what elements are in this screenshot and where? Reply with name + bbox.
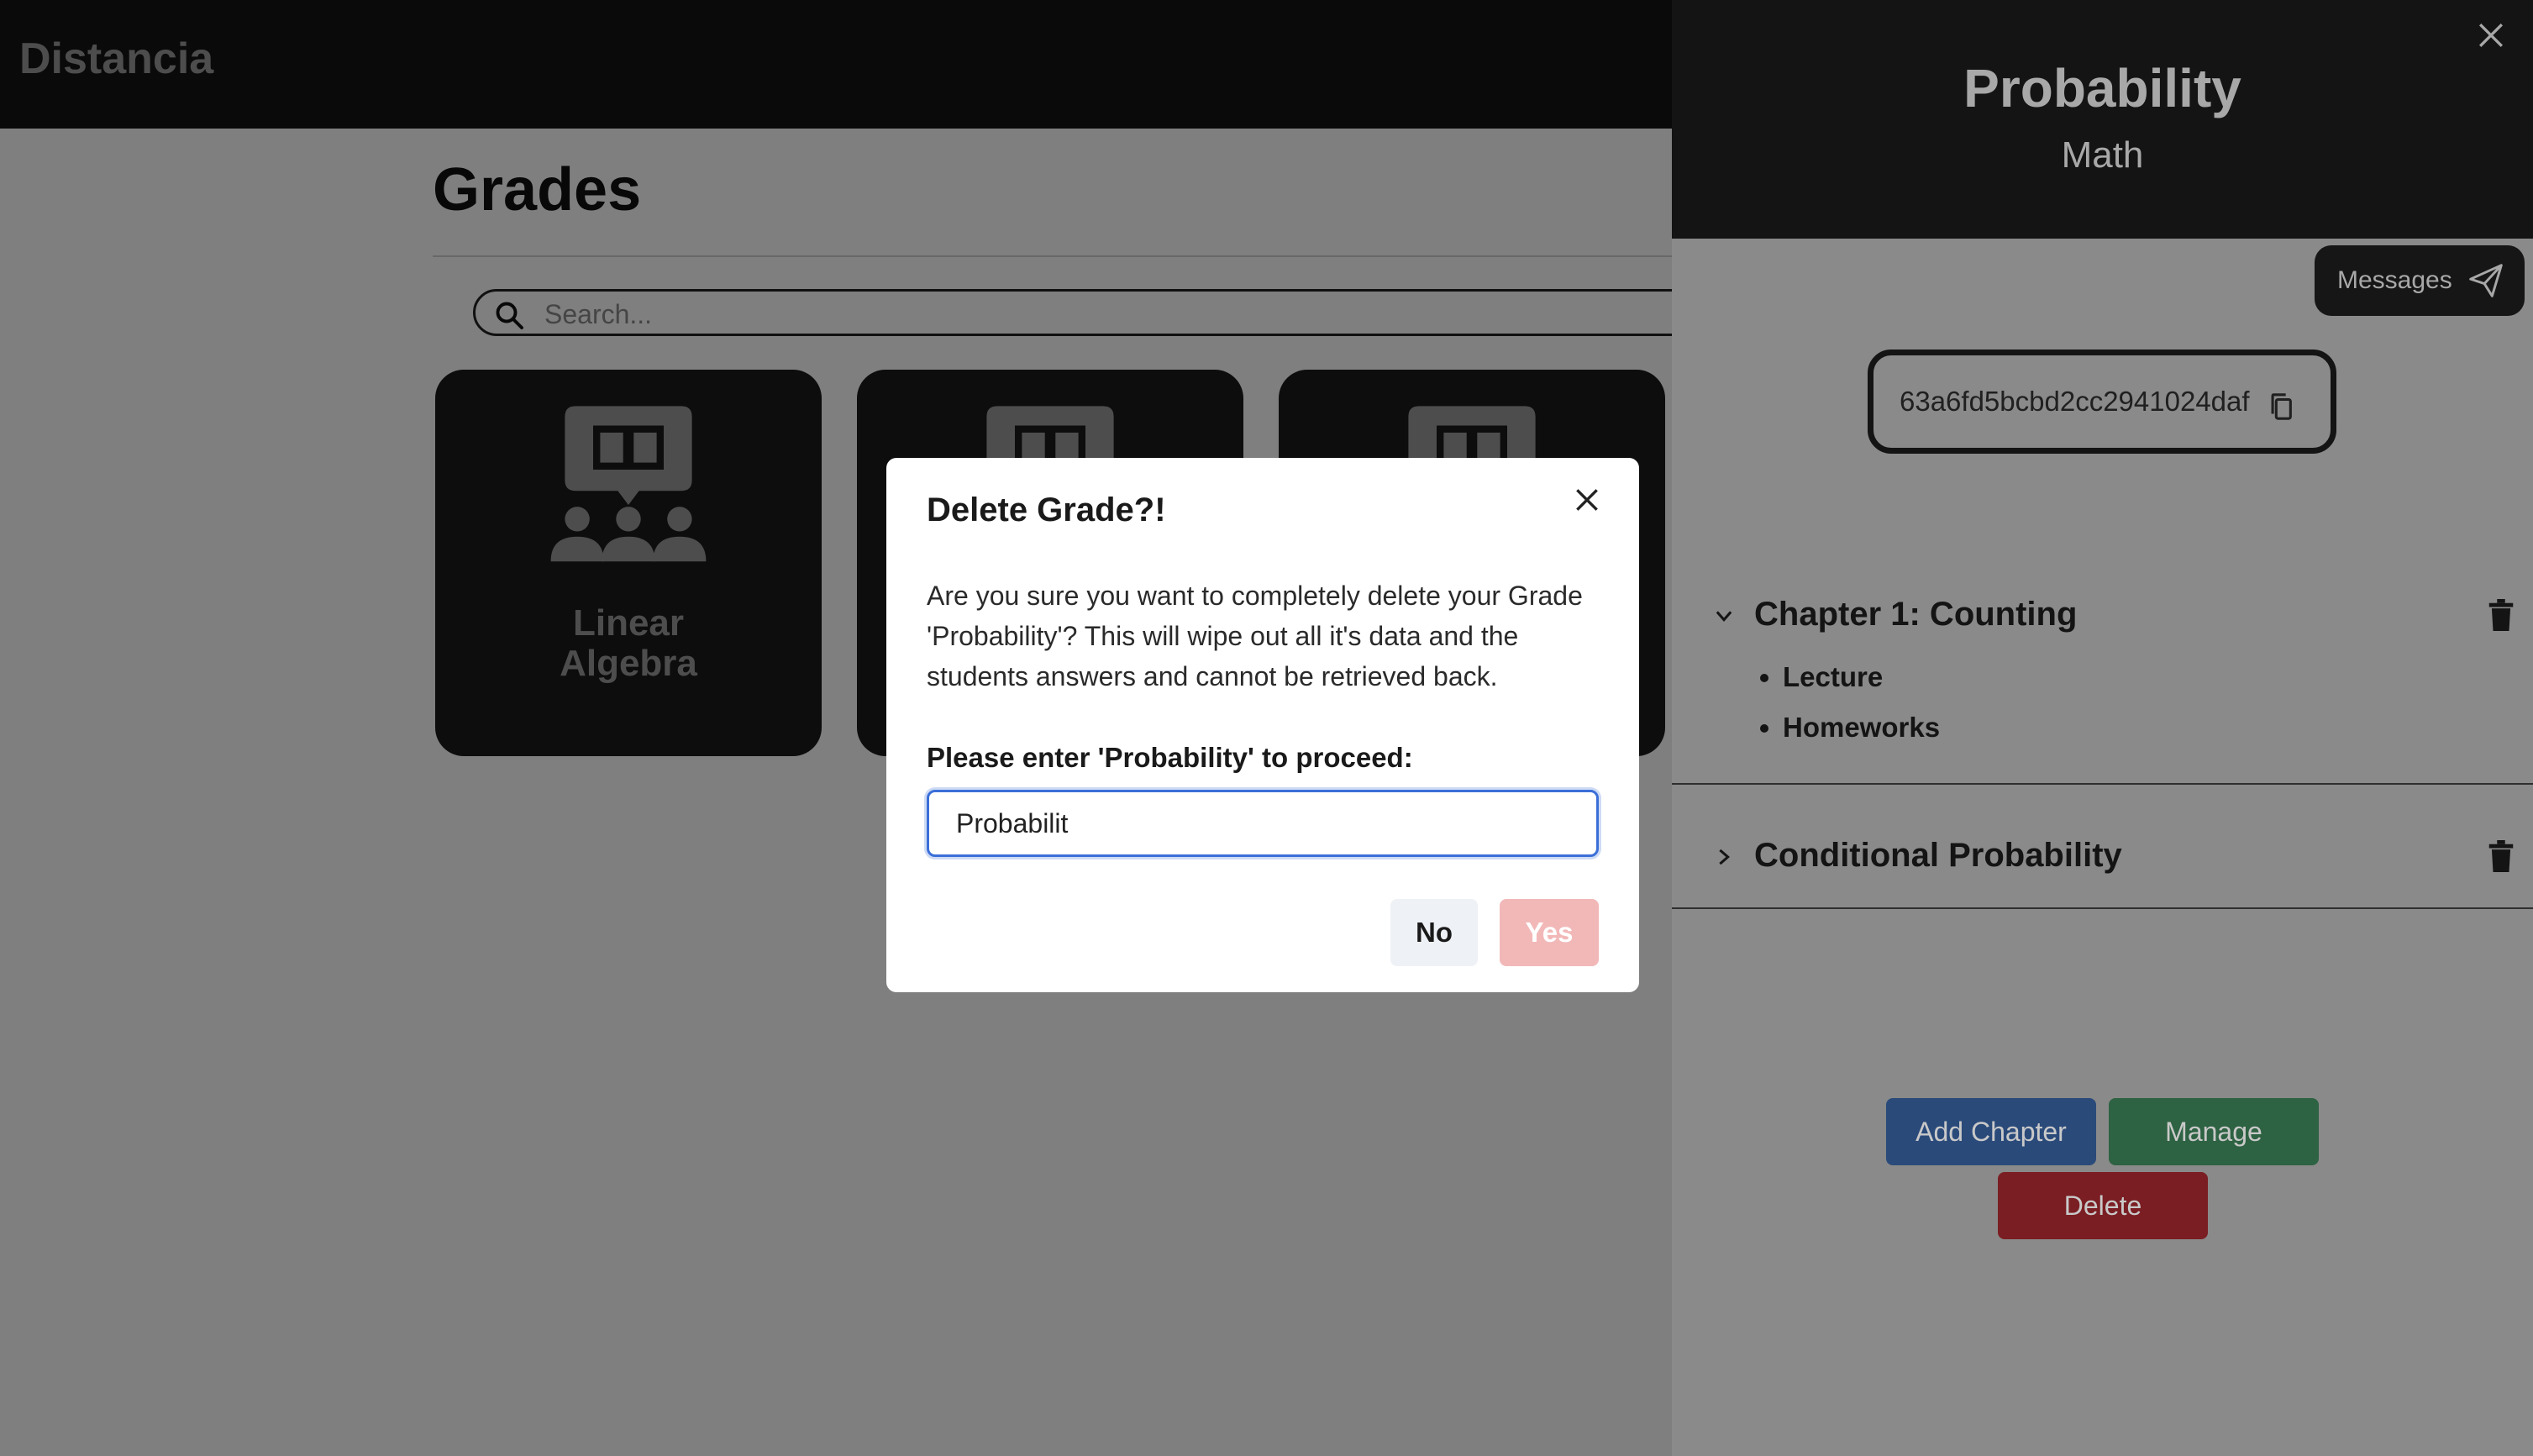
- chapter-item-homeworks[interactable]: Homeworks: [1783, 712, 1940, 744]
- manage-button[interactable]: Manage: [2109, 1098, 2319, 1165]
- modal-title: Delete Grade?!: [927, 491, 1166, 528]
- chapter-item-list: Lecture Homeworks: [1783, 661, 1940, 762]
- add-chapter-button[interactable]: Add Chapter: [1886, 1098, 2096, 1165]
- chapter-divider: [1672, 783, 2533, 785]
- confirm-prompt-label: Please enter 'Probability' to proceed:: [927, 742, 1413, 773]
- drawer-header: Probability Math: [1672, 0, 2533, 239]
- chapter-section: Chapter 1: Counting Lecture Homeworks: [1672, 591, 2533, 784]
- delete-grade-button[interactable]: Delete: [1998, 1172, 2208, 1239]
- grade-code: 63a6fd5bcbd2cc2941024daf: [1900, 386, 2250, 417]
- modal-message: Are you sure you want to completely dele…: [927, 581, 1583, 691]
- chapter-divider: [1672, 907, 2533, 909]
- chapter-section: Conditional Probability: [1672, 832, 2533, 882]
- delete-grade-modal: Delete Grade?! Are you sure you want to …: [886, 458, 1639, 992]
- drawer-title: Probability: [1963, 58, 2241, 118]
- messages-button[interactable]: Messages: [2315, 245, 2525, 316]
- yes-button[interactable]: Yes: [1500, 899, 1599, 966]
- close-icon[interactable]: [2473, 17, 2509, 54]
- chapter-header[interactable]: Chapter 1: Counting: [1672, 591, 2533, 641]
- chapter-header[interactable]: Conditional Probability: [1672, 832, 2533, 882]
- chevron-right-icon[interactable]: [1712, 845, 1736, 869]
- trash-icon[interactable]: [2488, 599, 2515, 631]
- chevron-down-icon[interactable]: [1712, 604, 1736, 628]
- grade-code-box: 63a6fd5bcbd2cc2941024daf: [1868, 350, 2336, 454]
- close-icon[interactable]: [1570, 483, 1604, 517]
- messages-button-label: Messages: [2337, 266, 2452, 294]
- no-button[interactable]: No: [1390, 899, 1478, 966]
- copy-icon[interactable]: [2268, 392, 2294, 421]
- chapter-title: Chapter 1: Counting: [1754, 596, 2078, 633]
- trash-icon[interactable]: [2488, 840, 2515, 872]
- grade-details-drawer: Probability Math Messages 63a6fd5bcbd2cc…: [1672, 0, 2533, 1456]
- chapter-title: Conditional Probability: [1754, 837, 2122, 874]
- confirm-name-input[interactable]: [927, 790, 1599, 857]
- send-icon: [2469, 264, 2503, 297]
- chapter-item-lecture[interactable]: Lecture: [1783, 661, 1940, 693]
- drawer-subtitle: Math: [2061, 134, 2144, 176]
